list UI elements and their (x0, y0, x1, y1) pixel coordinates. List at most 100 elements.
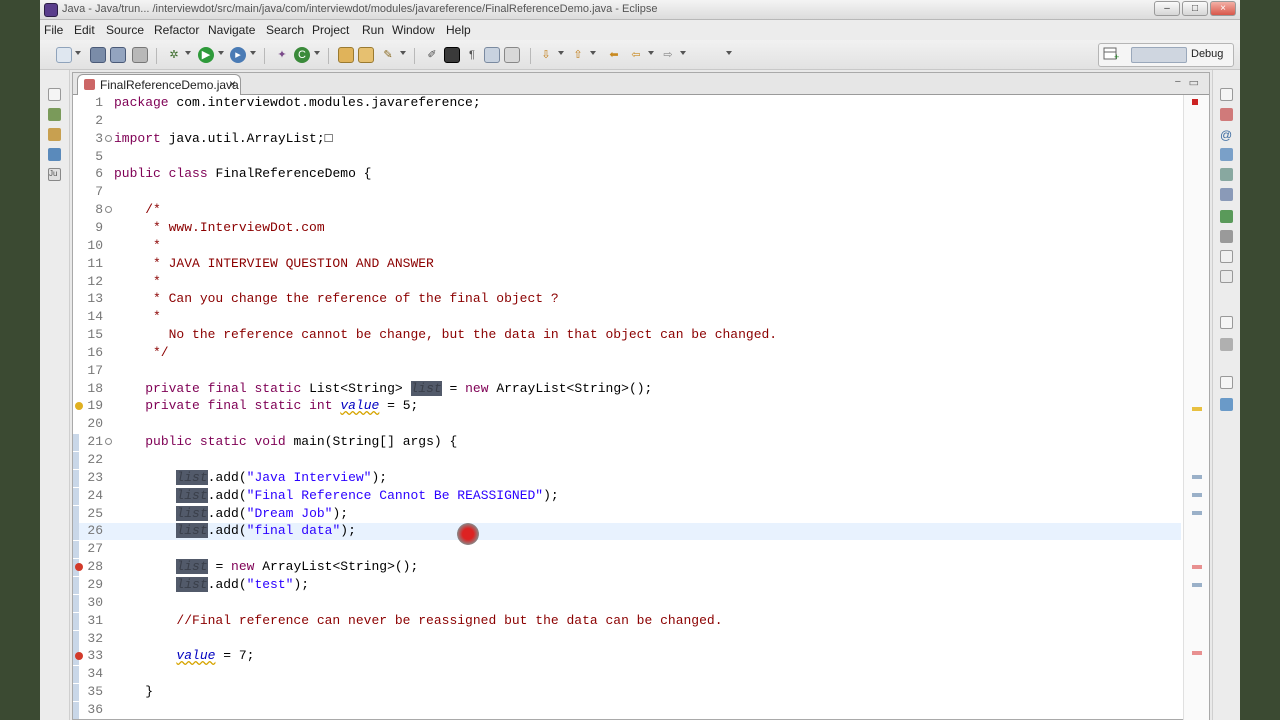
open-folder-icon[interactable] (358, 47, 374, 63)
new-class-icon[interactable]: C (294, 47, 310, 63)
code-line[interactable]: 21 public static void main(String[] args… (73, 434, 1181, 452)
code-line[interactable]: 1 package com.interviewdot.modules.javare… (73, 95, 1181, 112)
print-icon[interactable] (132, 47, 148, 63)
menu-window[interactable]: Window (392, 23, 435, 37)
menu-run[interactable]: Run (362, 23, 384, 37)
synchronize-icon[interactable] (1220, 398, 1233, 411)
editor-tab-finalreferencedemo[interactable]: FinalReferenceDemo.java × (77, 74, 241, 95)
save-all-icon[interactable] (110, 47, 126, 63)
code-line[interactable]: 22 (73, 452, 1181, 469)
outline-icon[interactable] (1220, 108, 1233, 121)
warning-icon[interactable] (75, 402, 83, 411)
menu-search[interactable]: Search (266, 23, 304, 37)
close-tab-icon[interactable]: × (229, 77, 236, 91)
code-line[interactable]: 16 */ (73, 345, 1181, 362)
occurrence-marker[interactable] (1192, 583, 1202, 587)
minimize-editor-icon[interactable]: − (1175, 76, 1181, 88)
code-line[interactable]: 19 private final static int value = 5; (73, 398, 1181, 415)
back-icon[interactable]: ⇦ (628, 47, 644, 63)
code-line[interactable]: 17 (73, 363, 1181, 380)
save-icon[interactable] (90, 47, 106, 63)
problems-icon[interactable] (1220, 210, 1233, 223)
code-line[interactable]: 2 (73, 113, 1181, 130)
code-line[interactable]: 9 * www.InterviewDot.com (73, 220, 1181, 237)
occurrence-marker[interactable] (1192, 493, 1202, 497)
warning-marker[interactable] (1192, 407, 1202, 411)
code-line[interactable]: 5 (73, 149, 1181, 166)
forward-icon[interactable]: ⇨ (660, 47, 676, 63)
next-annotation-icon[interactable]: ⇩ (538, 47, 554, 63)
new-icon[interactable] (56, 47, 72, 63)
new-java-project-icon[interactable]: ✦ (274, 47, 290, 63)
tasks-icon[interactable] (1220, 188, 1233, 201)
error-icon[interactable] (75, 563, 83, 572)
code-line[interactable]: 11 * JAVA INTERVIEW QUESTION AND ANSWER (73, 256, 1181, 273)
debug-icon[interactable]: ✲ (166, 47, 182, 63)
menu-edit[interactable]: Edit (74, 23, 95, 37)
word-wrap-icon[interactable]: ¶ (464, 47, 480, 63)
hierarchy-icon[interactable] (48, 128, 61, 141)
code-line[interactable]: 25 list.add("Dream Job"); (73, 505, 1181, 523)
close-window-button[interactable]: × (1210, 1, 1236, 16)
code-line[interactable]: 3 import java.util.ArrayList;□ (73, 131, 1181, 148)
declaration-icon[interactable] (1220, 148, 1233, 161)
code-line[interactable]: 27 (73, 541, 1181, 559)
previous-annotation-icon[interactable]: ⇧ (570, 47, 586, 63)
debug-perspective-button[interactable]: Debug (1191, 48, 1223, 60)
code-line[interactable]: 20 (73, 416, 1181, 433)
restore-bottom-icon[interactable] (1220, 316, 1233, 329)
code-line[interactable]: 35 } (73, 684, 1181, 702)
menu-help[interactable]: Help (446, 23, 471, 37)
code-line[interactable]: 14 * (73, 309, 1181, 326)
run-icon[interactable]: ▶ (198, 47, 214, 63)
code-line[interactable]: 6 public class FinalReferenceDemo { (73, 166, 1181, 183)
minimize-button[interactable]: – (1154, 1, 1180, 16)
code-line[interactable]: 28 list = new ArrayList<String>(); (73, 559, 1181, 577)
menu-file[interactable]: File (44, 23, 63, 37)
javadoc-icon[interactable]: @ (1220, 128, 1233, 142)
external-tools-icon[interactable]: ▸ (230, 47, 246, 63)
code-line[interactable]: 12 * (73, 274, 1181, 291)
last-edit-location-icon[interactable]: ⬅ (606, 47, 622, 63)
restore-bottom2-icon[interactable] (1220, 376, 1233, 389)
code-line[interactable]: 30 (73, 594, 1181, 612)
block-selection-icon[interactable] (504, 47, 520, 63)
code-line[interactable]: 26 list.add("final data"); (73, 523, 1181, 541)
annotation-icon[interactable]: ✐ (424, 47, 440, 63)
menu-refactor[interactable]: Refactor (154, 23, 199, 37)
fold-toggle-icon[interactable] (105, 134, 112, 142)
fold-toggle-icon[interactable] (105, 438, 112, 446)
restore-right-icon[interactable] (1220, 88, 1233, 101)
code-line[interactable]: 18 private final static List<String> lis… (73, 380, 1181, 398)
code-line[interactable]: 24 list.add("Final Reference Cannot Be R… (73, 487, 1181, 505)
occurrence-marker[interactable] (1192, 475, 1202, 479)
code-line[interactable]: 8 /* (73, 202, 1181, 219)
error-marker[interactable] (1192, 565, 1202, 569)
code-area[interactable]: 1 package com.interviewdot.modules.javare… (73, 95, 1181, 720)
restore-icon[interactable] (48, 88, 61, 101)
search-icon[interactable]: ✎ (380, 47, 396, 63)
toggle-mark-occurrences-icon[interactable] (444, 47, 460, 63)
open-perspective-icon[interactable]: + (1103, 47, 1127, 63)
fold-toggle-icon[interactable] (105, 206, 112, 214)
code-line[interactable]: 7 (73, 184, 1181, 201)
open-type-icon[interactable] (338, 47, 354, 63)
code-line[interactable]: 32 (73, 630, 1181, 648)
servers-icon[interactable] (1220, 250, 1233, 263)
code-line[interactable]: 10 * (73, 238, 1181, 255)
error-marker[interactable] (1192, 651, 1202, 655)
search-view-icon[interactable] (1220, 338, 1233, 351)
data-source-icon[interactable] (1220, 270, 1233, 283)
code-line[interactable]: 36 (73, 701, 1181, 719)
code-line[interactable]: 31 //Final reference can never be reassi… (73, 612, 1181, 630)
code-line[interactable]: 13 * Can you change the reference of the… (73, 291, 1181, 308)
code-line[interactable]: 15 No the reference cannot be change, bu… (73, 327, 1181, 344)
menu-project[interactable]: Project (312, 23, 349, 37)
code-line[interactable]: 34 (73, 666, 1181, 684)
occurrence-marker[interactable] (1192, 511, 1202, 515)
error-icon[interactable] (75, 652, 83, 661)
menu-navigate[interactable]: Navigate (208, 23, 255, 37)
junit-icon[interactable]: Ju (48, 168, 61, 181)
menu-source[interactable]: Source (106, 23, 144, 37)
code-line[interactable]: 29 list.add("test"); (73, 576, 1181, 594)
